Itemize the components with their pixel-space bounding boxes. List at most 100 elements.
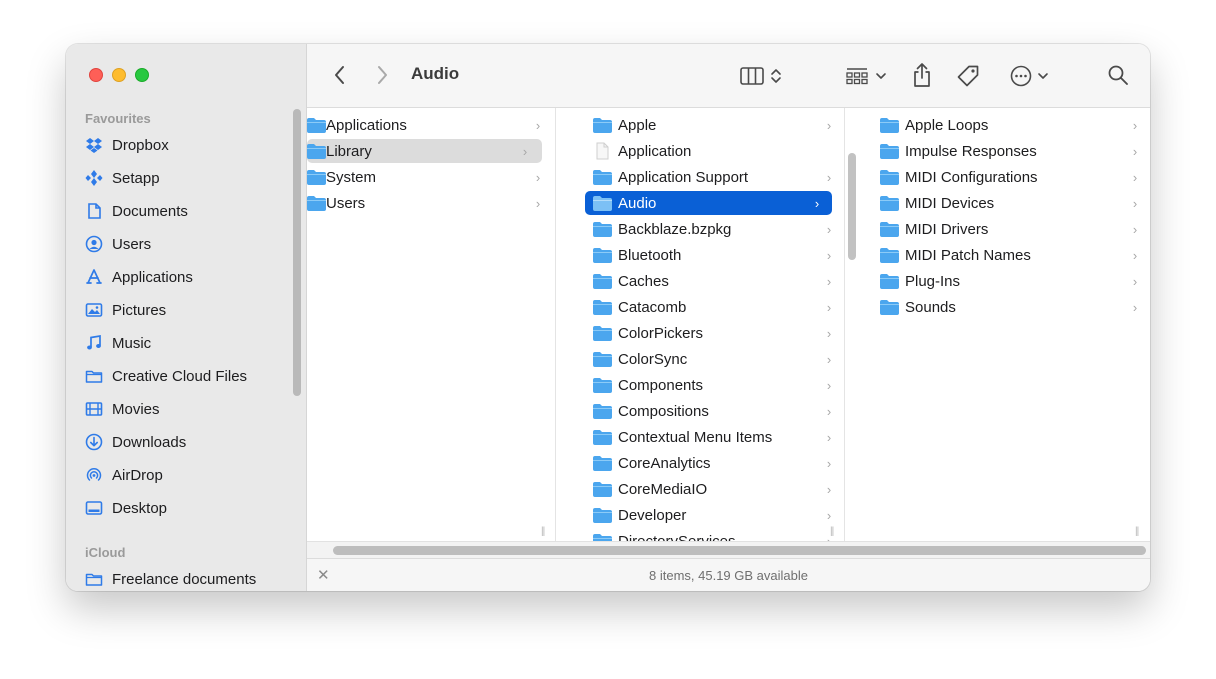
list-item[interactable]: MIDI Patch Names › xyxy=(860,243,1150,267)
folder-icon xyxy=(593,169,612,185)
list-item[interactable]: Contextual Menu Items › xyxy=(572,425,844,449)
sidebar-item-freelance-documents[interactable]: Freelance documents xyxy=(85,567,295,591)
list-item[interactable]: Bluetooth › xyxy=(572,243,844,267)
back-button[interactable] xyxy=(331,64,349,86)
item-label: Developer xyxy=(618,506,687,524)
close-window-button[interactable] xyxy=(89,68,103,82)
list-item[interactable]: Backblaze.bzpkg › xyxy=(572,217,844,241)
item-label: Compositions xyxy=(618,402,709,420)
list-item[interactable]: System › xyxy=(307,165,555,189)
sidebar-scrollbar[interactable] xyxy=(293,109,301,396)
horizontal-scrollbar-track xyxy=(307,541,1150,558)
list-item[interactable]: Application Support › xyxy=(572,165,844,189)
list-item[interactable]: MIDI Drivers › xyxy=(860,217,1150,241)
column-1: Applications › Library › System › Users … xyxy=(307,108,556,541)
folder-icon xyxy=(593,403,612,419)
column-resize-handle[interactable]: || xyxy=(830,526,834,537)
sidebar-item-movies[interactable]: Movies xyxy=(85,397,295,421)
list-item[interactable]: Users › xyxy=(307,191,555,215)
folder-icon xyxy=(880,273,899,289)
list-item[interactable]: Apple Loops › xyxy=(860,113,1150,137)
list-item[interactable]: Catacomb › xyxy=(572,295,844,319)
list-item[interactable]: Audio › xyxy=(585,191,832,215)
folder-icon xyxy=(593,507,612,523)
list-item[interactable]: Applications › xyxy=(307,113,555,137)
grid-group-icon xyxy=(846,68,868,85)
sidebar-item-label: Dropbox xyxy=(112,136,169,154)
chevron-right-icon: › xyxy=(1132,143,1138,159)
list-item[interactable]: DirectoryServices › xyxy=(572,529,844,541)
list-item[interactable]: Application xyxy=(572,139,844,163)
sidebar-item-creative-cloud-files[interactable]: Creative Cloud Files xyxy=(85,364,295,388)
sidebar-item-airdrop[interactable]: AirDrop xyxy=(85,463,295,487)
search-icon xyxy=(1108,65,1128,85)
list-item[interactable]: Developer › xyxy=(572,503,844,527)
status-bar: ✕ 8 items, 45.19 GB available xyxy=(307,558,1150,591)
chevron-right-icon: › xyxy=(826,429,832,445)
folder-icon xyxy=(85,367,103,385)
list-item[interactable]: Sounds › xyxy=(860,295,1150,319)
chevron-right-icon: › xyxy=(1132,299,1138,315)
zoom-window-button[interactable] xyxy=(135,68,149,82)
sidebar-item-downloads[interactable]: Downloads xyxy=(85,430,295,454)
forward-button[interactable] xyxy=(373,64,391,86)
group-button[interactable] xyxy=(843,64,889,88)
more-actions-button[interactable] xyxy=(1005,63,1053,89)
share-button[interactable] xyxy=(910,61,934,89)
finder-window: Favourites Dropbox Setapp Documents User… xyxy=(66,44,1150,591)
list-item[interactable]: ColorSync › xyxy=(572,347,844,371)
tag-button[interactable] xyxy=(955,63,981,89)
sidebar-item-dropbox[interactable]: Dropbox xyxy=(85,133,295,157)
item-label: Plug-Ins xyxy=(905,272,961,290)
item-label: ColorPickers xyxy=(618,324,704,342)
airdrop-icon xyxy=(85,466,103,484)
item-label: Applications xyxy=(326,116,407,134)
list-item[interactable]: Plug-Ins › xyxy=(860,269,1150,293)
item-label: CoreAnalytics xyxy=(618,454,711,472)
horizontal-scrollbar[interactable] xyxy=(333,546,1146,555)
chevron-right-icon: › xyxy=(826,455,832,471)
chevron-right-icon: › xyxy=(826,299,832,315)
sidebar-item-music[interactable]: Music xyxy=(85,331,295,355)
sidebar-item-desktop[interactable]: Desktop xyxy=(85,496,295,520)
user-icon xyxy=(85,235,103,253)
status-text: 8 items, 45.19 GB available xyxy=(649,568,808,583)
view-mode-button[interactable] xyxy=(735,64,787,88)
list-item[interactable]: Caches › xyxy=(572,269,844,293)
list-item[interactable]: MIDI Devices › xyxy=(860,191,1150,215)
list-item[interactable]: MIDI Configurations › xyxy=(860,165,1150,189)
chevron-right-icon: › xyxy=(826,481,832,497)
document-icon xyxy=(85,202,103,220)
item-label: Library xyxy=(326,142,372,160)
chevron-right-icon: › xyxy=(1132,169,1138,185)
list-item[interactable]: Components › xyxy=(572,373,844,397)
column-resize-handle[interactable]: || xyxy=(1135,526,1139,537)
list-item[interactable]: Library › xyxy=(307,139,542,163)
list-item[interactable]: Impulse Responses › xyxy=(860,139,1150,163)
sidebar-item-label: Freelance documents xyxy=(112,570,257,588)
minimize-window-button[interactable] xyxy=(112,68,126,82)
sidebar-item-documents[interactable]: Documents xyxy=(85,199,295,223)
folder-icon xyxy=(880,169,899,185)
column-resize-handle[interactable]: || xyxy=(541,526,545,537)
sidebar-item-users[interactable]: Users xyxy=(85,232,295,256)
search-button[interactable] xyxy=(1106,63,1130,87)
sidebar-item-pictures[interactable]: Pictures xyxy=(85,298,295,322)
folder-icon xyxy=(593,117,612,133)
sidebar-item-applications[interactable]: Applications xyxy=(85,265,295,289)
folder-icon xyxy=(593,221,612,237)
list-item[interactable]: CoreAnalytics › xyxy=(572,451,844,475)
list-item[interactable]: Compositions › xyxy=(572,399,844,423)
list-item[interactable]: Apple › xyxy=(572,113,844,137)
item-label: MIDI Devices xyxy=(905,194,995,212)
sidebar-item-label: Pictures xyxy=(112,301,167,319)
folder-icon xyxy=(593,377,612,393)
item-label: MIDI Drivers xyxy=(905,220,989,238)
chevron-left-icon xyxy=(335,66,344,84)
tag-icon xyxy=(957,65,979,87)
list-item[interactable]: CoreMediaIO › xyxy=(572,477,844,501)
column-2-scrollbar[interactable] xyxy=(848,153,856,260)
folder-icon xyxy=(593,273,612,289)
list-item[interactable]: ColorPickers › xyxy=(572,321,844,345)
sidebar-item-setapp[interactable]: Setapp xyxy=(85,166,295,190)
